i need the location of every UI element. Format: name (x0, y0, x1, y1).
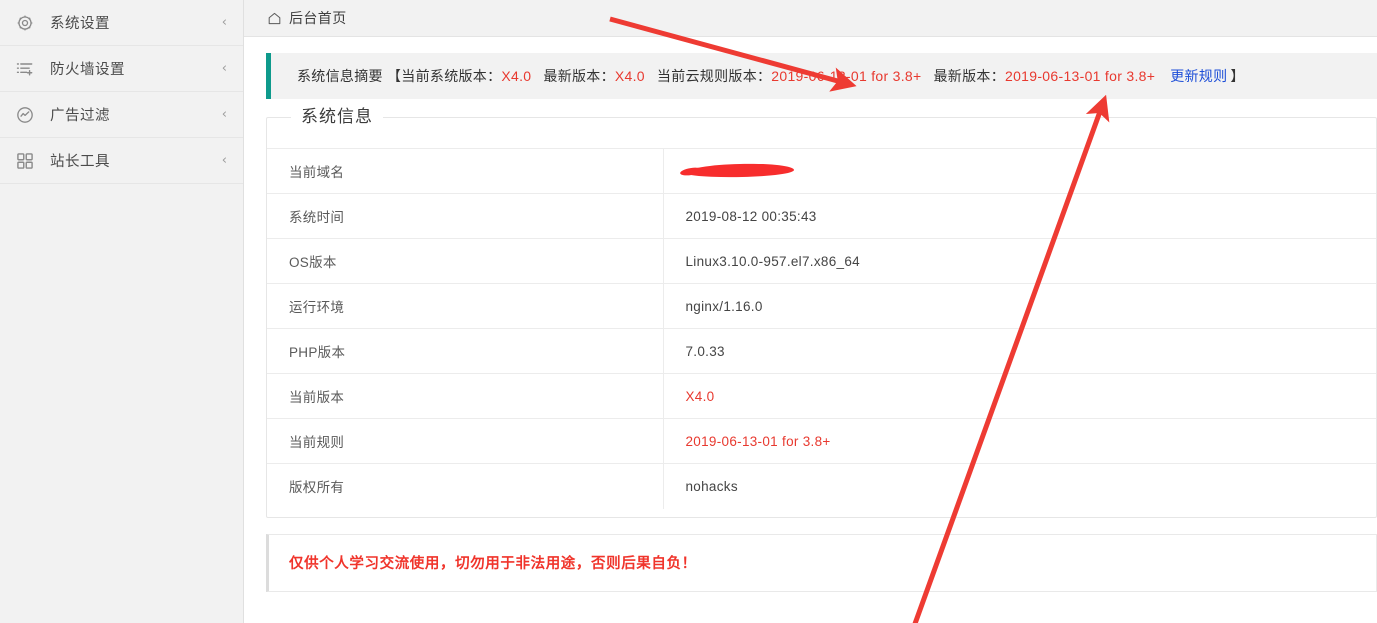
disclaimer-text: 仅供个人学习交流使用，切勿用于非法用途，否则后果自负！ (289, 552, 697, 573)
row-value: nohacks (663, 464, 1376, 509)
home-icon (266, 10, 282, 26)
row-key: 系统时间 (267, 194, 663, 239)
sidebar-item-label: 广告过滤 (50, 104, 222, 125)
row-key: 当前域名 (267, 149, 663, 194)
row-value: X4.0 (663, 374, 1376, 419)
sidebar-item-ad-filter[interactable]: 广告过滤 ‹ (0, 92, 243, 138)
table-row: 系统时间 2019-08-12 00:35:43 (267, 194, 1376, 239)
table-row: 当前域名 (267, 149, 1376, 194)
redaction-mark (685, 163, 793, 178)
row-key: OS版本 (267, 239, 663, 284)
row-key: PHP版本 (267, 329, 663, 374)
row-value (663, 149, 1376, 194)
main-area: 后台首页 系统信息摘要 【当前系统版本： X4.0 最新版本： X4.0 当前云… (244, 0, 1377, 623)
breadcrumb: 后台首页 (244, 0, 1377, 37)
content-area: 系统信息摘要 【当前系统版本： X4.0 最新版本： X4.0 当前云规则版本：… (244, 37, 1377, 623)
table-row: OS版本 Linux3.10.0-957.el7.x86_64 (267, 239, 1376, 284)
sidebar-item-label: 防火墙设置 (50, 58, 222, 79)
row-key: 运行环境 (267, 284, 663, 329)
banner-latest-version: X4.0 (615, 68, 645, 84)
row-value: 7.0.33 (663, 329, 1376, 374)
sidebar-item-firewall-settings[interactable]: 防火墙设置 ‹ (0, 46, 243, 92)
table-row: 当前规则 2019-06-13-01 for 3.8+ (267, 419, 1376, 464)
row-value: 2019-08-12 00:35:43 (663, 194, 1376, 239)
sidebar-item-webmaster-tools[interactable]: 站长工具 ‹ (0, 138, 243, 184)
banner-cloud-label: 当前云规则版本： (657, 66, 771, 86)
table-row: PHP版本 7.0.33 (267, 329, 1376, 374)
system-info-panel: 系统信息 当前域名 系统时间 2019-08-12 00:35:43 (266, 117, 1377, 518)
activity-circle-icon (14, 104, 36, 126)
row-value: Linux3.10.0-957.el7.x86_64 (663, 239, 1376, 284)
row-value: nginx/1.16.0 (663, 284, 1376, 329)
chevron-left-icon[interactable]: ‹ (222, 154, 227, 167)
chevron-left-icon[interactable]: ‹ (222, 108, 227, 121)
grid-apps-icon (14, 150, 36, 172)
row-key: 当前版本 (267, 374, 663, 419)
banner-latest-label: 最新版本： (543, 66, 615, 86)
table-row: 版权所有 nohacks (267, 464, 1376, 509)
banner-suffix: 】 (1230, 66, 1244, 86)
panel-title: 系统信息 (291, 103, 383, 131)
row-value: 2019-06-13-01 for 3.8+ (663, 419, 1376, 464)
banner-cloud-latest-label: 最新版本： (934, 66, 1006, 86)
table-row: 当前版本 X4.0 (267, 374, 1376, 419)
disclaimer-box: 仅供个人学习交流使用，切勿用于非法用途，否则后果自负！ (266, 534, 1377, 592)
banner-current-version: X4.0 (501, 68, 531, 84)
system-summary-banner: 系统信息摘要 【当前系统版本： X4.0 最新版本： X4.0 当前云规则版本：… (266, 53, 1377, 99)
row-key: 当前规则 (267, 419, 663, 464)
sidebar-item-label: 站长工具 (50, 150, 222, 171)
banner-prefix: 系统信息摘要 【当前系统版本： (297, 66, 501, 86)
row-key: 版权所有 (267, 464, 663, 509)
chevron-left-icon[interactable]: ‹ (222, 62, 227, 75)
banner-cloud-latest-version: 2019-06-13-01 for 3.8+ (1005, 68, 1155, 84)
table-row: 运行环境 nginx/1.16.0 (267, 284, 1376, 329)
system-info-table: 当前域名 系统时间 2019-08-12 00:35:43 OS版本 Linux… (267, 148, 1376, 509)
sidebar-item-system-settings[interactable]: 系统设置 ‹ (0, 0, 243, 46)
breadcrumb-label: 后台首页 (289, 8, 347, 28)
admin-page: 系统设置 ‹ 防火墙设置 ‹ 广告过滤 ‹ (0, 0, 1377, 623)
chevron-left-icon[interactable]: ‹ (222, 16, 227, 29)
banner-cloud-version: 2019-06-13-01 for 3.8+ (771, 68, 921, 84)
update-rules-link[interactable]: 更新规则 (1170, 66, 1227, 86)
list-add-icon (14, 58, 36, 80)
gear-icon (14, 12, 36, 34)
sidebar: 系统设置 ‹ 防火墙设置 ‹ 广告过滤 ‹ (0, 0, 244, 623)
sidebar-item-label: 系统设置 (50, 12, 222, 33)
